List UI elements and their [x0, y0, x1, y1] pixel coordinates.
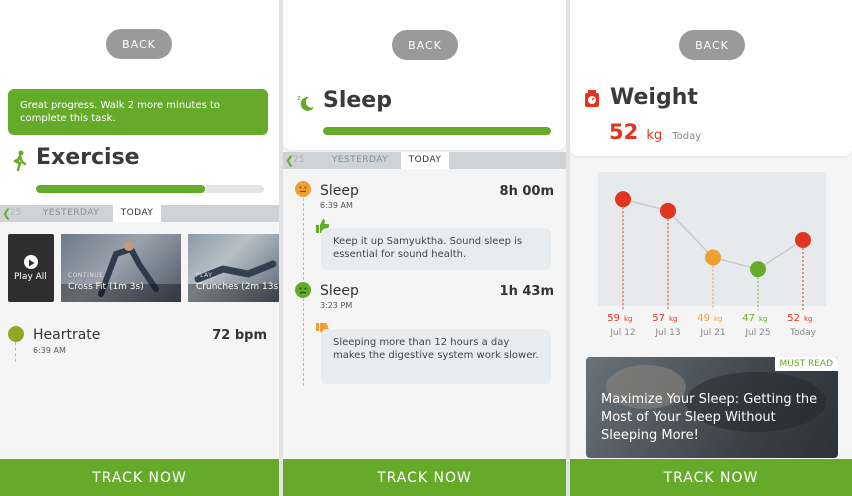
- progress-banner: Great progress. Walk 2 more minutes to c…: [8, 89, 268, 135]
- scale-icon: [584, 90, 600, 108]
- day-tabs: ❮ 25 YESTERDAY TODAY: [283, 152, 566, 169]
- video-card[interactable]: CONTINUE Cross Fit (1m 3s): [61, 234, 181, 302]
- current-weight-value: 52: [609, 120, 639, 144]
- timeline-line: [303, 298, 304, 386]
- page-title: Weight: [610, 85, 698, 110]
- weight-point[interactable]: [750, 261, 766, 278]
- svg-text:z: z: [297, 94, 301, 102]
- entry-name: Sleep: [320, 183, 359, 199]
- play-icon: [24, 255, 38, 269]
- heartrate-icon: [8, 326, 24, 342]
- value-label: 57: [652, 313, 665, 324]
- sleep-panel: BACK z Sleep ❮ 25 YESTERDAY TODAY Sleep …: [283, 0, 566, 496]
- video-tag: PLAY: [196, 272, 213, 279]
- x-tick-label: Jul 21: [699, 328, 725, 338]
- back-button[interactable]: BACK: [392, 30, 458, 60]
- tab-today[interactable]: TODAY: [113, 205, 161, 222]
- unit-label: kg: [624, 315, 633, 323]
- play-all-button[interactable]: Play All: [8, 234, 54, 302]
- value-label: 59: [607, 313, 620, 324]
- weight-point[interactable]: [615, 191, 631, 208]
- page-title: Exercise: [36, 145, 140, 170]
- article-card[interactable]: MUST READ Maximize Your Sleep: Getting t…: [586, 357, 838, 458]
- timeline-line: [15, 342, 16, 362]
- weight-panel: BACK Weight 52 kg Today 59 kg Jul 12 57 kg Ju…: [570, 0, 852, 496]
- unit-label: kg: [714, 315, 723, 323]
- current-weight-label: Today: [672, 131, 702, 142]
- value-label: 52: [787, 313, 800, 324]
- play-all-label: Play All: [14, 272, 47, 282]
- back-button[interactable]: BACK: [106, 29, 172, 59]
- video-tag: CONTINUE: [68, 272, 104, 279]
- feedback-text: Keep it up Samyuktha. Sound sleep is ess…: [333, 236, 523, 260]
- tab-yesterday[interactable]: YESTERDAY: [32, 205, 110, 222]
- x-tick-label: Jul 25: [744, 328, 770, 338]
- exercise-panel: BACK Great progress. Walk 2 more minutes…: [0, 0, 279, 496]
- track-now-button[interactable]: TRACK NOW: [283, 459, 566, 496]
- unit-label: kg: [759, 315, 768, 323]
- feedback-text: Sleeping more than 12 hours a day makes …: [333, 337, 539, 361]
- unit-label: kg: [804, 315, 813, 323]
- weight-chart-plot: 59 kg Jul 12 57 kg Jul 13 49 kg Jul 21 47 kg Jul 25…: [607, 191, 817, 338]
- feedback-message: Sleeping more than 12 hours a day makes …: [321, 329, 551, 384]
- entry-time: 6:39 AM: [320, 201, 353, 210]
- entry-value: 8h 00m: [499, 184, 554, 199]
- entry-time: 3:23 PM: [320, 301, 353, 310]
- exercise-progress: [36, 185, 264, 193]
- entry-value: 72 bpm: [212, 328, 267, 343]
- x-tick-label: Jul 12: [609, 328, 635, 338]
- value-label: 49: [697, 313, 710, 324]
- page-title: Sleep: [323, 88, 392, 113]
- back-button[interactable]: BACK: [679, 30, 745, 60]
- weight-point[interactable]: [795, 232, 811, 248]
- tab-today[interactable]: TODAY: [401, 152, 449, 169]
- moon-zz-icon: z: [297, 92, 315, 112]
- value-label: 47: [742, 313, 755, 324]
- unit-label: kg: [669, 315, 678, 323]
- article-title: Maximize Your Sleep: Getting the Most of…: [601, 392, 818, 443]
- progress-fill: [323, 127, 551, 135]
- entry-time: 6:39 AM: [33, 346, 66, 355]
- current-weight: 52 kg Today: [609, 120, 701, 144]
- video-caption: Cross Fit (1m 3s): [68, 282, 144, 292]
- sleep-progress: [323, 127, 551, 135]
- banner-text: Great progress. Walk 2 more minutes to c…: [20, 100, 220, 124]
- neutral-face-icon: [295, 181, 311, 197]
- progress-fill: [36, 185, 205, 193]
- current-weight-unit: kg: [646, 128, 663, 143]
- weight-point[interactable]: [660, 202, 676, 219]
- walking-person-icon: [12, 150, 28, 172]
- entry-name: Heartrate: [33, 327, 101, 343]
- video-caption: Crunches (2m 13s: [196, 282, 279, 292]
- must-read-badge: MUST READ: [774, 357, 838, 371]
- video-card[interactable]: PLAY Crunches (2m 13s: [188, 234, 279, 302]
- tab-prev-date[interactable]: 25: [293, 152, 304, 169]
- x-tick-label: Jul 13: [654, 328, 680, 338]
- feedback-message: Keep it up Samyuktha. Sound sleep is ess…: [321, 228, 551, 270]
- day-tabs: ❮ 25 YESTERDAY TODAY: [0, 205, 279, 222]
- x-tick-label: Today: [789, 328, 817, 338]
- weight-point[interactable]: [705, 249, 721, 266]
- tab-prev-date[interactable]: 25: [10, 205, 21, 222]
- sad-face-icon: [295, 282, 311, 298]
- timeline-line: [303, 198, 304, 280]
- track-now-button[interactable]: TRACK NOW: [0, 459, 279, 496]
- entry-value: 1h 43m: [499, 284, 554, 299]
- track-now-button[interactable]: TRACK NOW: [570, 459, 852, 496]
- tab-yesterday[interactable]: YESTERDAY: [321, 152, 399, 169]
- entry-name: Sleep: [320, 283, 359, 299]
